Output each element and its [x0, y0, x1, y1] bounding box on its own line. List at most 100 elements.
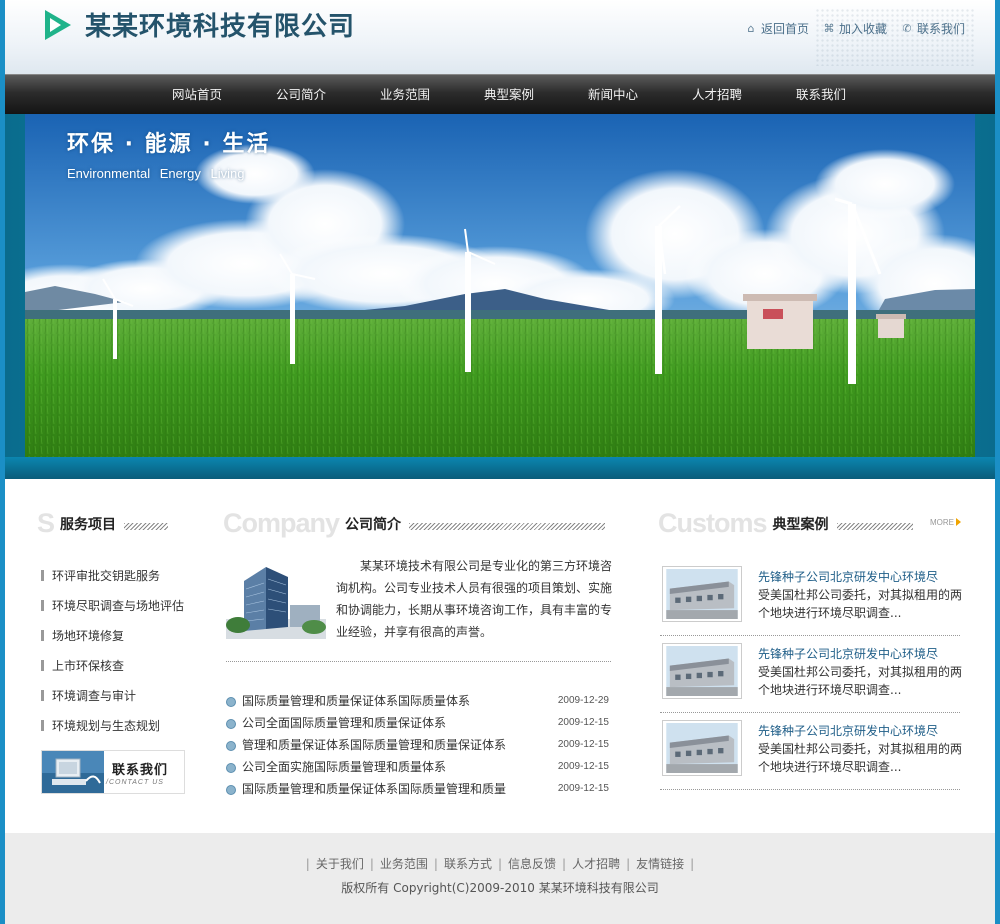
nav-item-about[interactable]: 公司简介	[249, 75, 353, 115]
footer-separator: |	[626, 857, 631, 871]
nav-item-contact[interactable]: 联系我们	[769, 75, 873, 115]
news-date: 2009-12-15	[557, 717, 609, 728]
case-description: 受美国杜邦公司委托，对其拟租用的两个地块进行环境尽职调查...	[758, 588, 963, 620]
company-intro: 某某环境技术有限公司是专业化的第三方环境咨询机构。公司专业技术人员有很强的项目策…	[336, 559, 613, 639]
service-item[interactable]: 环评审批交钥匙服务	[41, 566, 184, 596]
news-title[interactable]: 管理和质量保证体系国际质量管理和质量保证体系	[226, 734, 506, 756]
slogan-cn: 环保 · 能源 · 生活	[67, 132, 271, 157]
contact-us-banner[interactable]: 联系我们 /CONTACT US	[41, 750, 185, 794]
nav-item-news[interactable]: 新闻中心	[561, 75, 665, 115]
site-footer: | 关于我们 | 业务范围 | 联系方式 | 信息反馈 | 人才招聘 | 友情链接 | 版权所有 Cop…	[5, 829, 995, 924]
news-date: 2009-12-15	[557, 761, 609, 772]
copyright-text: 版权所有 Copyright(C)2009-2010 某某环境科技有限公司	[341, 881, 659, 895]
nav-item-jobs[interactable]: 人才招聘	[665, 75, 769, 115]
main-nav: 网站首页 公司简介 业务范围 典型案例 新闻中心 人才招聘 联系我们	[5, 74, 995, 114]
footer-link-about[interactable]: 关于我们	[316, 857, 364, 871]
case-thumbnail	[662, 720, 742, 776]
footer-link-feedback[interactable]: 信息反馈	[508, 857, 556, 871]
footer-separator: |	[369, 857, 374, 871]
services-title: 服务项目	[60, 517, 117, 533]
nav-item-home[interactable]: 网站首页	[145, 75, 249, 115]
news-item[interactable]: 公司全面实施国际质量管理和质量体系 2009-12-15	[226, 756, 609, 778]
case-thumbnail	[662, 643, 742, 699]
case-item[interactable]: 先锋种子公司北京研发中心环境尽 受美国杜邦公司委托，对其拟租用的两个地块进行环境…	[660, 559, 963, 636]
news-title[interactable]: 公司全面国际质量管理和质量保证体系	[226, 712, 446, 734]
footer-separator: |	[305, 857, 310, 871]
services-stripe-decoration	[124, 523, 169, 530]
contact-link[interactable]: ✆ 联系我们	[901, 20, 965, 37]
footer-link-friends[interactable]: 友情链接	[636, 857, 684, 871]
logo-icon	[45, 10, 71, 40]
contact-banner-en: /CONTACT US	[106, 779, 164, 786]
contact-banner-cn: 联系我们	[112, 763, 169, 778]
service-item[interactable]: 环境调查与审计	[41, 686, 184, 716]
case-thumbnail	[662, 566, 742, 622]
world-map-decoration	[815, 8, 975, 66]
news-date: 2009-12-15	[557, 783, 609, 794]
news-list: 国际质量管理和质量保证体系国际质量体系 2009-12-29 公司全面国际质量管理…	[226, 690, 609, 800]
services-header: S 服务项目	[37, 509, 187, 537]
company-big-text: Company	[223, 508, 340, 538]
footer-separator: |	[497, 857, 503, 871]
banner-frame: 环保 · 能源 · 生活 Environmental Energy Living	[5, 114, 995, 479]
case-description: 受美国杜邦公司委托，对其拟租用的两个地块进行环境尽职调查...	[758, 742, 963, 774]
slogan-en: Environmental Energy Living	[67, 166, 245, 181]
case-divider	[660, 789, 960, 790]
news-date: 2009-12-29	[557, 695, 609, 706]
contact-icon: ✆	[902, 21, 912, 35]
cases-stripe-decoration	[836, 523, 913, 530]
company-divider	[226, 661, 611, 662]
news-title[interactable]: 国际质量管理和质量保证体系国际质量管理和质量	[226, 778, 506, 800]
home-link[interactable]: ⌂ 返回首页	[745, 20, 809, 37]
footer-link-business[interactable]: 业务范围	[380, 857, 428, 871]
footer-link-jobs[interactable]: 人才招聘	[572, 857, 620, 871]
main-content: S 服务项目 环评审批交钥匙服务 环境尽职调查与场地评估 场地环境修复 上市环保…	[5, 479, 995, 829]
news-item[interactable]: 国际质量管理和质量保证体系国际质量体系 2009-12-29	[226, 690, 609, 712]
footer-link-contact[interactable]: 联系方式	[444, 857, 492, 871]
company-stripe-decoration	[409, 523, 606, 530]
site-header: 某某环境科技有限公司 ⌂ 返回首页 ⌘ 加入收藏 ✆ 联系我们	[5, 0, 995, 74]
case-title[interactable]: 先锋种子公司北京研发中心环境尽	[758, 568, 938, 585]
service-item[interactable]: 环境规划与生态规划	[41, 716, 184, 746]
footer-links: | 关于我们 | 业务范围 | 联系方式 | 信息反馈 | 人才招聘 | 友情链接 |	[5, 855, 995, 872]
case-title[interactable]: 先锋种子公司北京研发中心环境尽	[758, 645, 938, 662]
cases-big-text: Customs	[658, 508, 768, 538]
services-big-letter: S	[37, 508, 55, 538]
banner-slogan: 环保 · 能源 · 生活 Environmental Energy Living	[67, 126, 270, 181]
news-item[interactable]: 公司全面国际质量管理和质量保证体系 2009-12-15	[226, 712, 609, 734]
news-date: 2009-12-15	[557, 739, 609, 750]
news-title[interactable]: 国际质量管理和质量保证体系国际质量体系	[226, 690, 470, 712]
service-item[interactable]: 环境尽职调查与场地评估	[41, 596, 184, 626]
nav-item-business[interactable]: 业务范围	[353, 75, 457, 115]
service-item[interactable]: 场地环境修复	[41, 626, 184, 656]
home-icon: ⌂	[747, 21, 755, 35]
top-links: ⌂ 返回首页 ⌘ 加入收藏 ✆ 联系我们	[745, 20, 965, 37]
company-title: 公司简介	[345, 517, 402, 533]
footer-separator: |	[690, 857, 695, 871]
footer-separator: |	[433, 857, 438, 871]
cases-title: 典型案例	[772, 517, 829, 533]
case-item[interactable]: 先锋种子公司北京研发中心环境尽 受美国杜邦公司委托，对其拟租用的两个地块进行环境…	[660, 636, 963, 713]
page: 某某环境科技有限公司 ⌂ 返回首页 ⌘ 加入收藏 ✆ 联系我们 网站首页 公司简…	[5, 0, 995, 924]
news-title[interactable]: 公司全面实施国际质量管理和质量体系	[226, 756, 446, 778]
company-header: Company 公司简介	[223, 509, 615, 537]
news-item[interactable]: 国际质量管理和质量保证体系国际质量管理和质量 2009-12-15	[226, 778, 609, 800]
news-item[interactable]: 管理和质量保证体系国际质量管理和质量保证体系 2009-12-15	[226, 734, 609, 756]
more-link[interactable]: MORE	[930, 518, 961, 527]
footer-separator: |	[562, 857, 567, 871]
site-logo-text[interactable]: 某某环境科技有限公司	[85, 6, 355, 43]
bookmark-link[interactable]: ⌘ 加入收藏	[823, 20, 887, 37]
nav-item-cases[interactable]: 典型案例	[457, 75, 561, 115]
services-list: 环评审批交钥匙服务 环境尽职调查与场地评估 场地环境修复 上市环保核查 环境调查…	[41, 566, 184, 746]
service-item[interactable]: 上市环保核查	[41, 656, 184, 686]
case-item[interactable]: 先锋种子公司北京研发中心环境尽 受美国杜邦公司委托，对其拟租用的两个地块进行环境…	[660, 713, 963, 790]
bookmark-icon: ⌘	[823, 21, 835, 35]
computer-icon	[42, 751, 104, 793]
home-link-label: 返回首页	[760, 22, 809, 36]
contact-link-label: 联系我们	[916, 22, 965, 36]
case-title[interactable]: 先锋种子公司北京研发中心环境尽	[758, 722, 938, 739]
building-image	[226, 559, 326, 639]
cases-header: Customs 典型案例	[658, 509, 926, 537]
case-description: 受美国杜邦公司委托，对其拟租用的两个地块进行环境尽职调查...	[758, 665, 963, 697]
bookmark-link-label: 加入收藏	[838, 22, 887, 36]
